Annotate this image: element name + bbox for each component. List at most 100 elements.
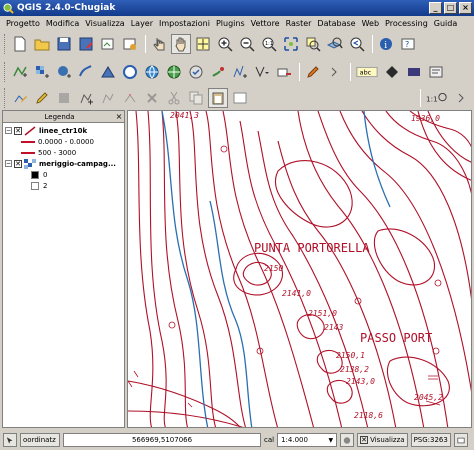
add-mssql-layer-button[interactable] [98,62,118,82]
toolbar-overflow-button[interactable] [325,62,345,82]
close-button[interactable]: × [459,2,472,14]
chevron-down-icon: ▼ [328,436,334,444]
maximize-button[interactable]: □ [444,2,457,14]
add-vector-layer-button[interactable] [10,62,30,82]
pan-to-selection-button[interactable] [193,34,213,54]
scale-combo[interactable]: 1:4.000 ▼ [277,433,338,447]
menu-vettore[interactable]: Vettore [248,19,283,28]
add-feature-button[interactable] [76,88,96,108]
zoom-last-button[interactable] [347,34,367,54]
composer-manager-icon [123,38,136,50]
current-edits-button[interactable] [10,88,30,108]
pan-selection-icon [196,37,210,51]
zoom-in-button[interactable] [215,34,235,54]
label-move-button[interactable] [404,62,424,82]
menu-modifica[interactable]: Modifica [43,19,82,28]
legend-layer-row[interactable]: − ✕ meriggio-campag... [3,158,124,169]
gps-zoom-button[interactable]: 1:1 [424,88,450,108]
legend-class-label: 2 [43,181,48,190]
add-raster-icon [36,66,49,78]
copy-features-button[interactable] [186,88,206,108]
add-spatialite-layer-button[interactable] [76,62,96,82]
render-toggle[interactable]: ✕ Visualizza [357,433,408,447]
menu-processing[interactable]: Processing [382,19,431,28]
stop-render-button[interactable] [340,433,355,447]
toggle-editing-button[interactable] [32,88,52,108]
menu-plugins[interactable]: Plugins [213,19,248,28]
menu-guida[interactable]: Guida [431,19,460,28]
paste-features-button[interactable] [208,88,228,108]
add-raster-layer-button[interactable] [32,62,52,82]
digitize-pencil-button[interactable] [303,62,323,82]
add-wcs-layer-button[interactable] [164,62,184,82]
zoom-full-button[interactable] [281,34,301,54]
move-feature-button[interactable] [98,88,118,108]
label-edit-button[interactable] [426,62,446,82]
label-edit-icon [429,66,443,78]
layer-visibility-checkbox[interactable]: ✕ [14,126,22,135]
chevron-right-icon [331,67,337,77]
paste-icon [212,92,224,105]
wfs-icon [189,65,203,79]
zoom-to-layer-button[interactable] [325,34,345,54]
collapse-toggle-icon[interactable]: − [5,127,12,134]
mouse-pointer-icon [6,436,13,444]
node-tool-button[interactable] [120,88,140,108]
crs-status-button[interactable]: PSG:3263 [410,433,451,447]
delete-selected-button[interactable] [142,88,162,108]
menu-visualizza[interactable]: Visualizza [82,19,127,28]
new-project-button[interactable] [10,34,30,54]
save-as-icon [79,37,93,51]
layer-visibility-checkbox[interactable]: ✕ [14,159,22,168]
add-wfs-layer-button[interactable] [186,62,206,82]
add-oracle-layer-button[interactable] [120,62,140,82]
label-tool-button[interactable]: abc [354,62,380,82]
layer-name[interactable]: linee_ctr10k [39,127,87,135]
identify-features-button[interactable]: i [376,34,396,54]
composer-manager-button[interactable] [120,34,140,54]
zoom-actual-size-button[interactable]: 1:1 [259,34,279,54]
menu-layer[interactable]: Layer [128,19,156,28]
layer-name[interactable]: meriggio-campag... [39,160,116,168]
legend-close-icon[interactable]: × [114,112,124,121]
add-delimited-text-button[interactable] [208,62,228,82]
menu-raster[interactable]: Raster [283,19,315,28]
menu-progetto[interactable]: Progetto [3,19,43,28]
map-canvas[interactable]: PUNTA PORTORELLA PASSO PORT 2041,3 1936,… [127,110,472,428]
coordinate-mode-button[interactable]: oordinatz [20,433,60,447]
minimize-button[interactable]: _ [429,2,442,14]
legend-layer-row[interactable]: − ✕ linee_ctr10k [3,125,124,136]
menu-impostazioni[interactable]: Impostazioni [156,19,213,28]
messages-button[interactable] [453,433,468,447]
toggle-extents-button[interactable] [3,433,17,447]
toolbar-grip[interactable] [4,62,7,82]
toolbar-grip[interactable] [4,88,7,108]
new-print-composer-button[interactable] [98,34,118,54]
save-project-button[interactable] [54,34,74,54]
undo-digitize-button[interactable] [230,88,250,108]
remove-layer-button[interactable] [274,62,294,82]
pan-map-button[interactable] [171,34,191,54]
open-project-button[interactable] [32,34,52,54]
save-as-button[interactable] [76,34,96,54]
toolbar-grip[interactable] [4,34,7,54]
svg-text:abc: abc [360,69,372,77]
add-postgis-layer-button[interactable] [54,62,74,82]
menu-database[interactable]: Database [314,19,358,28]
new-shapefile-button[interactable] [230,62,250,82]
new-layer-dropdown-button[interactable] [252,62,272,82]
cut-features-button[interactable] [164,88,184,108]
coordinate-display[interactable]: 566969,5107066 [63,433,261,447]
zoom-to-selection-button[interactable] [303,34,323,54]
scale-value: 1:4.000 [281,436,308,444]
collapse-toggle-icon[interactable]: − [5,160,12,167]
menu-web[interactable]: Web [359,19,382,28]
add-wms-layer-button[interactable] [142,62,162,82]
zoom-out-button[interactable] [237,34,257,54]
map-tips-button[interactable]: ? [398,34,418,54]
save-edits-button[interactable] [54,88,74,108]
scissors-icon [168,91,180,105]
toolbar-overflow-button-2[interactable] [452,88,472,108]
label-pin-button[interactable] [382,62,402,82]
touch-zoom-button[interactable] [149,34,169,54]
